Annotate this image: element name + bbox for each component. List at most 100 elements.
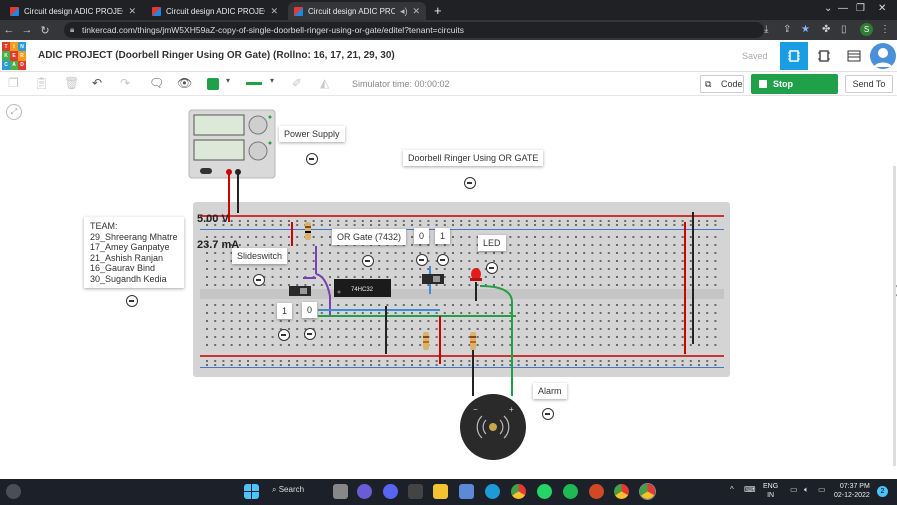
annotation-icon[interactable]: 🗨︎ [149, 76, 164, 90]
breadboard[interactable] [193, 202, 730, 377]
fill-color-swatch[interactable] [207, 78, 219, 90]
chevron-down-icon[interactable]: ▾ [226, 76, 230, 85]
note-pin-icon[interactable] [304, 328, 316, 340]
note-alarm[interactable]: Alarm [533, 383, 567, 399]
note-or-gate[interactable]: OR Gate (7432) [332, 229, 407, 245]
user-avatar[interactable] [870, 43, 896, 69]
notepad-icon[interactable] [459, 484, 474, 499]
note-pin-icon[interactable] [278, 329, 290, 341]
schematic-view-button[interactable] [810, 42, 838, 70]
close-icon[interactable]: ✕ [270, 6, 278, 17]
chrome-icon[interactable] [614, 484, 629, 499]
chrome-active-icon[interactable] [639, 483, 656, 500]
stop-simulation-button[interactable]: Stop Simulation [751, 74, 838, 109]
rotate-icon[interactable]: ✐ [292, 76, 302, 90]
bookmark-star-icon[interactable]: ★ [801, 24, 810, 35]
paste-icon[interactable]: 📋︎ [34, 76, 49, 90]
delete-icon[interactable]: 🗑︎ [64, 76, 79, 90]
close-icon[interactable]: ✕ [128, 6, 136, 17]
start-icon[interactable] [244, 484, 259, 499]
resistor[interactable] [470, 332, 476, 350]
language-indicator[interactable]: ENG IN [763, 482, 778, 500]
note-power-supply[interactable]: Power Supply [279, 126, 345, 142]
component-list-button[interactable] [840, 42, 868, 70]
browser-tab-1[interactable]: Circuit design ADIC PROJECT (Ter ✕ [4, 2, 142, 20]
note-pin-icon[interactable] [464, 177, 476, 189]
discord-icon[interactable] [383, 484, 398, 499]
sidepanel-icon[interactable]: ▯ [841, 24, 847, 35]
volume-icon[interactable]: 🔈︎ [804, 485, 809, 495]
profile-avatar[interactable]: S [860, 23, 873, 36]
note-input-b-bottom[interactable]: 0 [302, 302, 318, 318]
workplane-canvas[interactable]: ⤢ 〈 74HC32 − + 5.00 V 23.7 mA Power Supp… [0, 96, 897, 479]
window-close-button[interactable]: ✕ [878, 3, 886, 14]
send-to-button[interactable]: Send To [845, 75, 893, 93]
new-tab-button[interactable]: + [434, 3, 442, 18]
note-slideswitch[interactable]: Slideswitch [232, 248, 288, 264]
note-pin-icon[interactable] [486, 262, 498, 274]
note-pin-icon[interactable] [416, 254, 428, 266]
mirror-icon[interactable]: ◭ [320, 76, 329, 90]
or-gate-chip[interactable]: 74HC32 [334, 279, 391, 297]
undo-icon[interactable]: ↶ [92, 76, 102, 90]
file-explorer-icon[interactable] [433, 484, 448, 499]
maximize-button[interactable]: ❐ [856, 3, 865, 14]
chrome-icon[interactable] [511, 484, 526, 499]
note-input-a-bottom[interactable]: 1 [277, 303, 293, 319]
keyboard-icon[interactable]: ⌨ [744, 485, 756, 494]
chat-icon[interactable] [357, 484, 372, 499]
slideswitch[interactable] [289, 286, 311, 296]
power-supply[interactable] [188, 109, 276, 179]
reload-icon[interactable]: ↻ [36, 24, 54, 37]
buzzer[interactable]: − + [460, 394, 526, 460]
copy-icon[interactable]: ❐ [8, 76, 19, 90]
note-input-a-top[interactable]: 0 [414, 228, 430, 244]
spotify-icon[interactable] [563, 484, 578, 499]
wifi-icon[interactable]: ▭ [790, 485, 798, 494]
code-button[interactable]: ⧉ Code [700, 75, 744, 93]
slideswitch[interactable] [422, 274, 444, 284]
weather-icon[interactable] [6, 484, 21, 499]
extensions-icon[interactable]: ✤ [822, 24, 830, 35]
whatsapp-icon[interactable] [537, 484, 552, 499]
note-input-b-top[interactable]: 1 [435, 228, 451, 244]
clock[interactable]: 07:37 PM 02-12-2022 [834, 482, 870, 500]
close-icon[interactable]: ✕ [412, 6, 420, 17]
task-view-icon[interactable] [333, 484, 348, 499]
note-pin-icon[interactable] [306, 153, 318, 165]
notification-badge[interactable]: 2 [877, 486, 888, 497]
resistor[interactable] [423, 332, 429, 350]
forward-icon[interactable]: → [18, 24, 36, 36]
back-icon[interactable]: ← [0, 24, 18, 36]
battery-icon[interactable]: ▭ [818, 485, 826, 494]
share-icon[interactable]: ⇪ [783, 24, 791, 35]
note-title[interactable]: Doorbell Ringer Using OR GATE [403, 150, 544, 166]
powerpoint-icon[interactable] [589, 484, 604, 499]
audio-icon[interactable]: ◂) [400, 6, 408, 17]
chevron-down-icon[interactable]: ⌄ [824, 3, 832, 14]
chevron-down-icon[interactable]: ▾ [270, 76, 274, 85]
taskbar-search[interactable]: ⌕ Search [272, 485, 304, 495]
note-pin-icon[interactable] [542, 408, 554, 420]
edge-icon[interactable] [485, 484, 500, 499]
url-field[interactable]: 🔒︎ tinkercad.com/things/jmW5XH59aZ-copy-… [64, 22, 764, 38]
tray-chevron-icon[interactable]: ^ [730, 485, 734, 494]
line-color-swatch[interactable] [246, 82, 262, 85]
project-title[interactable]: ADIC PROJECT (Doorbell Ringer Using OR G… [38, 50, 395, 61]
notes-visibility-icon[interactable]: 👁︎ [177, 76, 192, 90]
menu-kebab-icon[interactable]: ⋮ [880, 24, 890, 35]
note-pin-icon[interactable] [126, 295, 138, 307]
tinkercad-logo[interactable]: TIN KER CAD [2, 42, 26, 70]
browser-tab-2[interactable]: Circuit design ADIC PROJECT (Bu ✕ [146, 2, 284, 20]
circuit-view-button[interactable] [780, 42, 808, 70]
browser-tab-3[interactable]: Circuit design ADIC PROJECT ◂) ✕ [288, 2, 426, 20]
note-pin-icon[interactable] [253, 274, 265, 286]
note-pin-icon[interactable] [437, 254, 449, 266]
redo-icon[interactable]: ↷ [120, 76, 130, 90]
download-icon[interactable]: ⤓ [764, 24, 768, 35]
app-icon[interactable] [408, 484, 423, 499]
note-led[interactable]: LED [478, 235, 506, 251]
note-pin-icon[interactable] [362, 255, 374, 267]
minimize-button[interactable]: — [838, 3, 848, 14]
note-team[interactable]: TEAM: 29_Shreerang Mhatre 17_Amey Ganpat… [84, 217, 184, 288]
